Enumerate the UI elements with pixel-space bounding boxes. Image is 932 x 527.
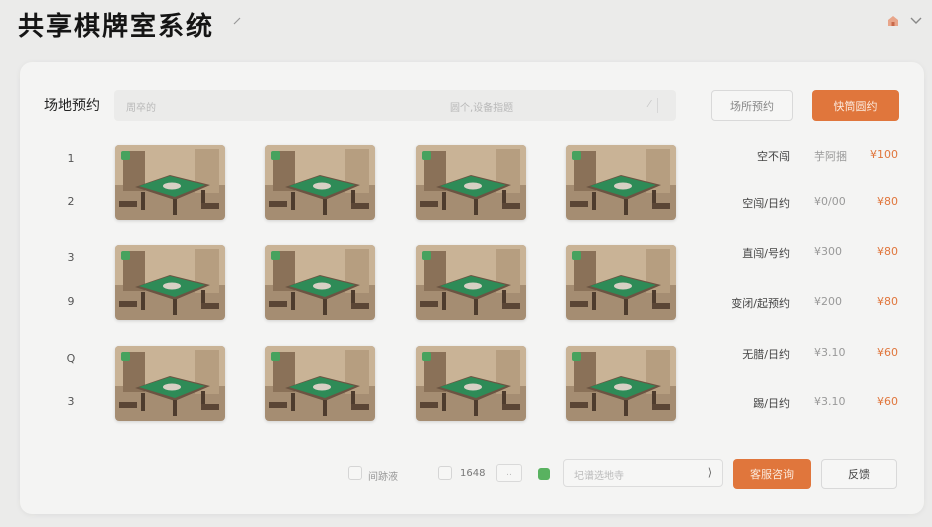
search-placeholder-right: 圆个,设备指题 [450, 103, 514, 114]
mahjong-table-image [265, 145, 375, 220]
room-status: 空闯/日约 [742, 197, 790, 210]
reserve-button[interactable]: 场所预约 [711, 90, 793, 121]
room-price-base: ¥3.10 [814, 346, 846, 359]
green-toggle[interactable] [538, 468, 550, 480]
section-title: 场地预约 [44, 98, 100, 114]
page-size-box[interactable]: .. [496, 464, 522, 482]
room-status: 变闭/起预约 [731, 297, 790, 310]
row-number: 2 [67, 195, 75, 208]
room-card[interactable] [416, 346, 526, 421]
room-price: ¥80 [877, 245, 898, 258]
mahjong-table-image [416, 145, 526, 220]
row-number: 3 [67, 251, 75, 264]
house-icon[interactable] [886, 14, 900, 28]
room-price: ¥100 [870, 148, 898, 161]
price-row[interactable]: 空闯/日约 ¥0/00 ¥80 [710, 195, 900, 211]
room-status: 直闯/号约 [742, 247, 790, 260]
mahjong-table-image [566, 145, 676, 220]
search-divider [657, 98, 658, 113]
room-card[interactable] [265, 145, 375, 220]
room-status-tag [271, 251, 280, 260]
room-status: 无腊/日约 [742, 348, 790, 361]
room-card[interactable] [566, 145, 676, 220]
room-status: 空不闯 [757, 150, 790, 163]
room-price: ¥60 [877, 395, 898, 408]
row-number: 9 [67, 295, 75, 308]
row-number: 1 [67, 152, 75, 165]
search-input[interactable]: 周卒的 圆个,设备指题 ⁄ [114, 90, 676, 121]
chevron-down-icon[interactable] [910, 17, 922, 25]
room-price: ¥80 [877, 195, 898, 208]
room-status-tag [422, 352, 431, 361]
room-select[interactable]: 圮谱选地寺 ⟩ [563, 459, 723, 487]
room-price: ¥80 [877, 295, 898, 308]
room-status-tag [271, 352, 280, 361]
mahjong-table-image [416, 346, 526, 421]
mahjong-table-image [115, 145, 225, 220]
room-card[interactable] [416, 145, 526, 220]
room-price-base: ¥0/00 [814, 195, 846, 208]
room-card[interactable] [115, 145, 225, 220]
filter-checkbox[interactable] [348, 466, 362, 480]
price-row[interactable]: 直闯/号约 ¥300 ¥80 [710, 245, 900, 261]
number-checkbox[interactable] [438, 466, 452, 480]
room-price-base: ¥300 [814, 245, 842, 258]
room-card[interactable] [566, 346, 676, 421]
row-number: 3 [67, 395, 75, 408]
room-status-tag [121, 251, 130, 260]
room-card[interactable] [115, 245, 225, 320]
number-label: 1648 [460, 468, 486, 479]
room-price: ¥60 [877, 346, 898, 359]
price-row[interactable]: 踢/日约 ¥3.10 ¥60 [710, 395, 900, 411]
room-card[interactable] [416, 245, 526, 320]
mahjong-table-image [566, 346, 676, 421]
quick-reserve-button[interactable]: 快筒圆约 [812, 90, 899, 121]
search-placeholder-left: 周卒的 [126, 103, 156, 114]
room-status: 踢/日约 [753, 397, 790, 410]
room-status-tag [121, 352, 130, 361]
header-actions [886, 14, 922, 28]
price-row[interactable]: 无腊/日约 ¥3.10 ¥60 [710, 346, 900, 362]
room-card[interactable] [265, 346, 375, 421]
price-row[interactable]: 变闭/起预约 ¥200 ¥80 [710, 295, 900, 311]
room-card[interactable] [566, 245, 676, 320]
edit-icon[interactable] [232, 16, 242, 26]
search-slash: ⁄ [648, 99, 650, 110]
room-status-tag [422, 251, 431, 260]
room-status-tag [572, 251, 581, 260]
feedback-button[interactable]: 反馈 [821, 459, 897, 489]
room-status-tag [572, 151, 581, 160]
mahjong-table-image [115, 346, 225, 421]
room-price-base: 芋阿捆 [814, 150, 847, 163]
room-status-tag [572, 352, 581, 361]
filter-checkbox-label: 间跡液 [368, 472, 398, 483]
room-price-base: ¥200 [814, 295, 842, 308]
room-status-tag [422, 151, 431, 160]
mahjong-table-image [265, 245, 375, 320]
room-price-base: ¥3.10 [814, 395, 846, 408]
mahjong-table-image [416, 245, 526, 320]
room-select-placeholder: 圮谱选地寺 [574, 471, 624, 482]
mahjong-table-image [566, 245, 676, 320]
chevron-right-icon: ⟩ [707, 466, 712, 479]
row-number: Q [66, 352, 76, 365]
room-card[interactable] [265, 245, 375, 320]
mahjong-table-image [115, 245, 225, 320]
room-card[interactable] [115, 346, 225, 421]
app-title: 共享棋牌室系统 [18, 12, 215, 42]
room-status-tag [271, 151, 280, 160]
booking-panel: 场地预约 周卒的 圆个,设备指题 ⁄ 场所预约 快筒圆约 1 2 3 9 Q 3… [20, 62, 924, 514]
price-row[interactable]: 空不闯 芋阿捆 ¥100 [710, 148, 900, 164]
customer-service-button[interactable]: 客服咨询 [733, 459, 811, 489]
mahjong-table-image [265, 346, 375, 421]
room-status-tag [121, 151, 130, 160]
